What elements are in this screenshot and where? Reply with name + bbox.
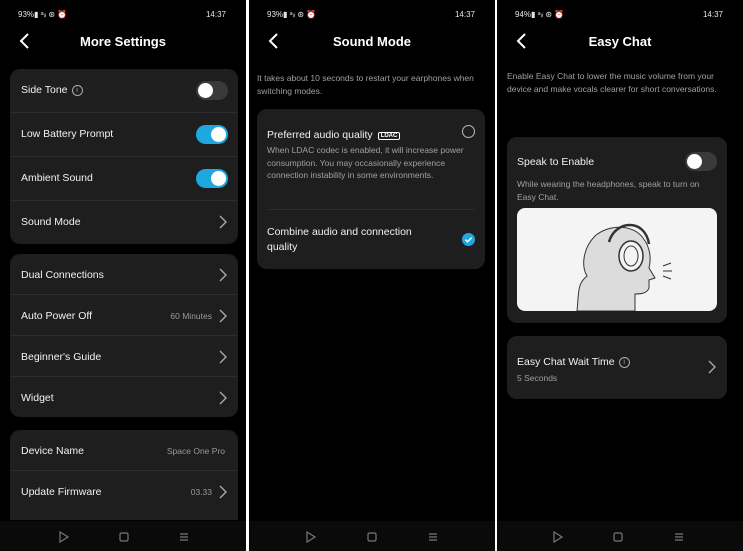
recents-menu-icon[interactable]: [178, 530, 190, 542]
sound-mode-options: Preferred audio quality LDAC When LDAC co…: [257, 109, 485, 269]
system-nav-bar: [249, 521, 495, 551]
back-triangle-icon[interactable]: [58, 530, 70, 544]
update-firmware-row[interactable]: Update Firmware 03.33: [10, 471, 238, 511]
info-icon[interactable]: i: [618, 357, 630, 368]
ambient-sound-row: Ambient Sound: [10, 157, 238, 201]
ambient-sound-toggle[interactable]: [196, 169, 228, 188]
settings-group-1: Side Tone i Low Battery Prompt Ambient So…: [10, 69, 238, 244]
chevron-right-icon: [708, 360, 716, 374]
ldac-badge: LDAC: [377, 132, 401, 140]
status-bar: 93%▮ ᵃᵢₗ ⊛ ⏰ 14:37: [0, 10, 246, 22]
preferred-audio-quality-desc: When LDAC codec is enabled, it will incr…: [267, 145, 464, 180]
home-square-icon[interactable]: [366, 530, 378, 542]
home-square-icon[interactable]: [118, 530, 130, 542]
beginners-guide-label: Beginner's Guide: [21, 351, 102, 363]
side-tone-row: Side Tone i: [10, 69, 238, 113]
side-tone-label: Side Tone i: [21, 84, 83, 96]
page-title: More Settings: [80, 34, 166, 49]
recents-menu-icon[interactable]: [427, 530, 439, 542]
status-time: 14:37: [702, 10, 723, 19]
preferred-audio-quality-title: Preferred audio quality LDAC: [267, 125, 401, 143]
low-battery-prompt-toggle[interactable]: [196, 125, 228, 144]
sound-mode-row[interactable]: Sound Mode: [10, 201, 238, 244]
ambient-sound-label: Ambient Sound: [21, 172, 93, 184]
chevron-right-icon: [219, 309, 227, 323]
chevron-right-icon: [219, 215, 227, 229]
back-triangle-icon[interactable]: [552, 530, 564, 544]
low-battery-prompt-label: Low Battery Prompt: [21, 128, 114, 140]
recents-menu-icon[interactable]: [673, 530, 685, 542]
dual-connections-row[interactable]: Dual Connections: [10, 254, 238, 295]
status-time: 14:37: [454, 10, 475, 19]
update-firmware-label: Update Firmware: [21, 486, 102, 498]
head-with-headphones-icon: [576, 223, 672, 311]
speak-to-enable-desc: While wearing the headphones, speak to t…: [517, 179, 700, 202]
settings-group-3: Device Name Space One Pro Update Firmwar…: [10, 430, 238, 520]
page-title: Easy Chat: [588, 34, 652, 49]
sound-mode-screen: 93%▮ ᵃᵢₗ ⊛ ⏰ 14:37 Sound Mode It takes a…: [249, 0, 495, 551]
device-name-label: Device Name: [21, 445, 85, 457]
more-settings-screen: 93%▮ ᵃᵢₗ ⊛ ⏰ 14:37 More Settings Side To…: [0, 0, 246, 551]
device-name-value: Space One Pro: [166, 446, 225, 456]
widget-label: Widget: [21, 392, 54, 404]
speak-to-enable-label: Speak to Enable: [517, 156, 595, 168]
status-icons: 93%▮ ᵃᵢₗ ⊛ ⏰: [267, 10, 317, 19]
dual-connections-label: Dual Connections: [21, 269, 104, 281]
header: Sound Mode: [249, 28, 495, 56]
auto-power-off-label: Auto Power Off: [21, 310, 93, 322]
device-name-row[interactable]: Device Name Space One Pro: [10, 430, 238, 471]
status-time: 14:37: [205, 10, 226, 19]
chevron-right-icon: [219, 391, 227, 405]
status-icons: 93%▮ ᵃᵢₗ ⊛ ⏰: [18, 10, 68, 19]
sound-mode-label: Sound Mode: [21, 216, 81, 228]
chevron-right-icon: [219, 350, 227, 364]
wait-time-row[interactable]: Easy Chat Wait Time i 5 Seconds: [507, 336, 727, 399]
info-icon[interactable]: i: [71, 85, 83, 96]
chevron-right-icon: [219, 268, 227, 282]
headphones-illustration: [517, 208, 717, 311]
system-nav-bar: [0, 521, 246, 551]
side-tone-toggle[interactable]: [196, 81, 228, 100]
system-nav-bar: [497, 521, 743, 551]
combine-quality-title: Combine audio and connection quality: [267, 226, 412, 253]
chevron-right-icon: [219, 485, 227, 499]
check-circle-icon[interactable]: [462, 233, 475, 246]
wait-time-value: 5 Seconds: [517, 373, 558, 383]
back-triangle-icon[interactable]: [305, 530, 317, 544]
auto-power-off-value: 60 Minutes: [170, 311, 212, 321]
header: Easy Chat: [497, 28, 743, 56]
header: More Settings: [0, 28, 246, 56]
home-square-icon[interactable]: [612, 530, 624, 542]
page-title: Sound Mode: [333, 34, 411, 49]
settings-group-2: Dual Connections Auto Power Off 60 Minut…: [10, 254, 238, 417]
low-battery-prompt-row: Low Battery Prompt: [10, 113, 238, 157]
wait-time-title: Easy Chat Wait Time i: [517, 352, 630, 370]
firmware-version-value: 03.33: [190, 487, 212, 497]
widget-row[interactable]: Widget: [10, 377, 238, 417]
status-bar: 93%▮ ᵃᵢₗ ⊛ ⏰ 14:37: [249, 10, 495, 22]
easy-chat-screen: 94%▮ ᵃᵢₗ ⊛ ⏰ 14:37 Easy Chat Enable Easy…: [497, 0, 743, 551]
status-bar: 94%▮ ᵃᵢₗ ⊛ ⏰ 14:37: [497, 10, 743, 22]
speak-to-enable-card: Speak to Enable While wearing the headph…: [507, 137, 727, 323]
status-icons: 94%▮ ᵃᵢₗ ⊛ ⏰: [515, 10, 565, 19]
beginners-guide-row[interactable]: Beginner's Guide: [10, 336, 238, 377]
intro-text: It takes about 10 seconds to restart you…: [257, 73, 474, 96]
speak-to-enable-toggle[interactable]: [685, 152, 717, 171]
intro-text: Enable Easy Chat to lower the music volu…: [507, 71, 717, 94]
auto-power-off-row[interactable]: Auto Power Off 60 Minutes: [10, 295, 238, 336]
preferred-audio-quality-radio[interactable]: [462, 125, 475, 138]
